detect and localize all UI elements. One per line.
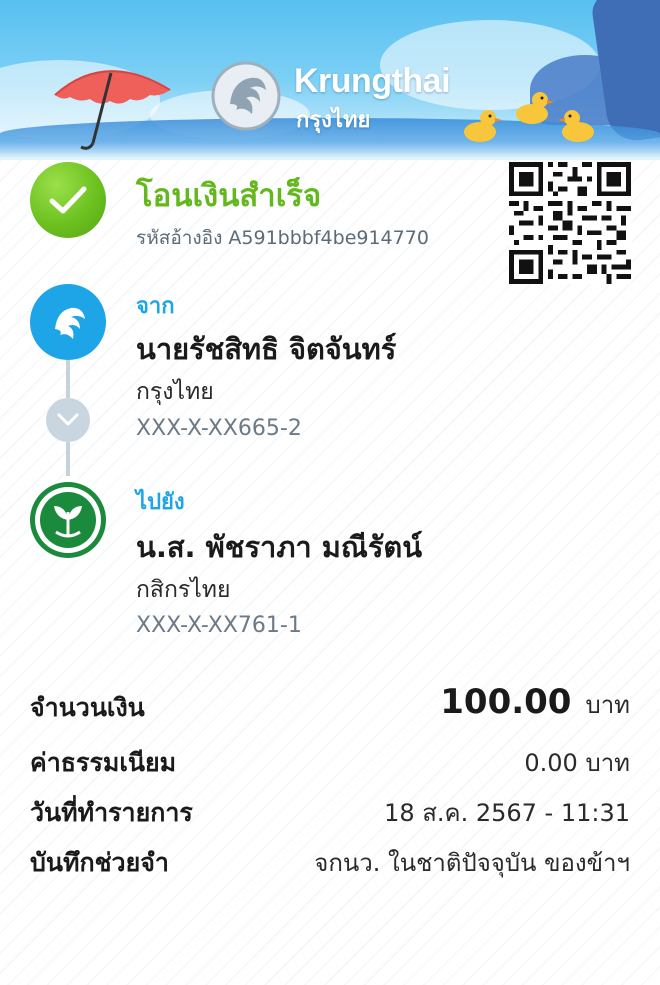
umbrella-illustration [54,70,171,150]
sender-account: XXX-X-XX665-2 [136,416,302,441]
check-icon [30,162,106,238]
fee-value: 0.00 บาท [524,749,630,777]
duck-illustration [464,110,502,142]
memo-value: จกนว. ในชาติปัจจุบัน ของข้าฯ [314,849,630,877]
qr-code[interactable] [509,162,631,284]
transaction-date-value: 18 ส.ค. 2567 - 11:31 [384,799,630,827]
fee-label: ค่าธรรมเนียม [30,748,177,777]
chevron-down-icon [46,398,90,442]
to-label: ไปยัง [136,490,185,515]
krungthai-bird-icon [211,61,281,131]
transfer-connector-line [66,442,70,476]
sender-name: นายรัชสิทธิ จิตจันทร์ [136,332,397,366]
duck-illustration [516,92,554,124]
sender-bank: กรุงไทย [136,379,214,405]
kasikorn-bank-icon [30,482,106,558]
transfer-connector-line [66,360,70,398]
duck-illustration [558,110,594,142]
brand-name-en: Krungthai [294,62,451,100]
krungthai-logo: Krungthai กรุงไทย [210,58,470,138]
amount-value: 100.00 บาท [440,682,630,724]
recipient-account: XXX-X-XX761-1 [136,613,302,638]
memo-label: บันทึกช่วยจำ [30,848,169,877]
from-label: จาก [136,294,175,319]
transfer-status-title: โอนเงินสำเร็จ [136,178,322,214]
brand-name-th: กรุงไทย [296,108,371,133]
amount-number: 100.00 [440,682,572,722]
header-banner: Krungthai กรุงไทย [0,0,660,180]
recipient-bank: กสิกรไทย [136,577,231,603]
amount-label: จำนวนเงิน [30,693,145,722]
krungthai-bank-icon [30,284,106,360]
reference-code: รหัสอ้างอิง A591bbbf4be914770 [136,227,429,249]
amount-unit: บาท [585,691,630,719]
recipient-name: น.ส. พัชราภา มณีรัตน์ [136,530,423,564]
transaction-date-label: วันที่ทำรายการ [30,798,193,827]
